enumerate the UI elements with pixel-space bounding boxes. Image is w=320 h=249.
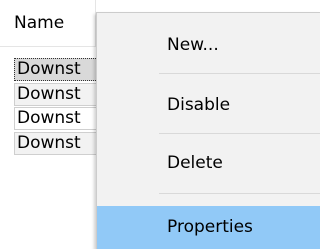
menu-item-delete[interactable]: Delete: [97, 143, 320, 183]
list-row[interactable]: Downst: [14, 107, 104, 130]
list-row-selected[interactable]: Downst: [14, 58, 104, 81]
menu-item-new[interactable]: New...: [97, 25, 320, 65]
menu-separator: [159, 193, 320, 194]
list-row[interactable]: Downst: [14, 83, 104, 106]
menu-item-properties[interactable]: Properties: [97, 206, 320, 249]
column-header-name[interactable]: Name: [0, 0, 96, 46]
menu-separator: [159, 73, 320, 74]
context-menu: New... Disable Delete Properties: [96, 12, 320, 249]
menu-separator: [159, 133, 320, 134]
list-row[interactable]: Downst: [14, 132, 104, 155]
menu-item-disable[interactable]: Disable: [97, 85, 320, 125]
